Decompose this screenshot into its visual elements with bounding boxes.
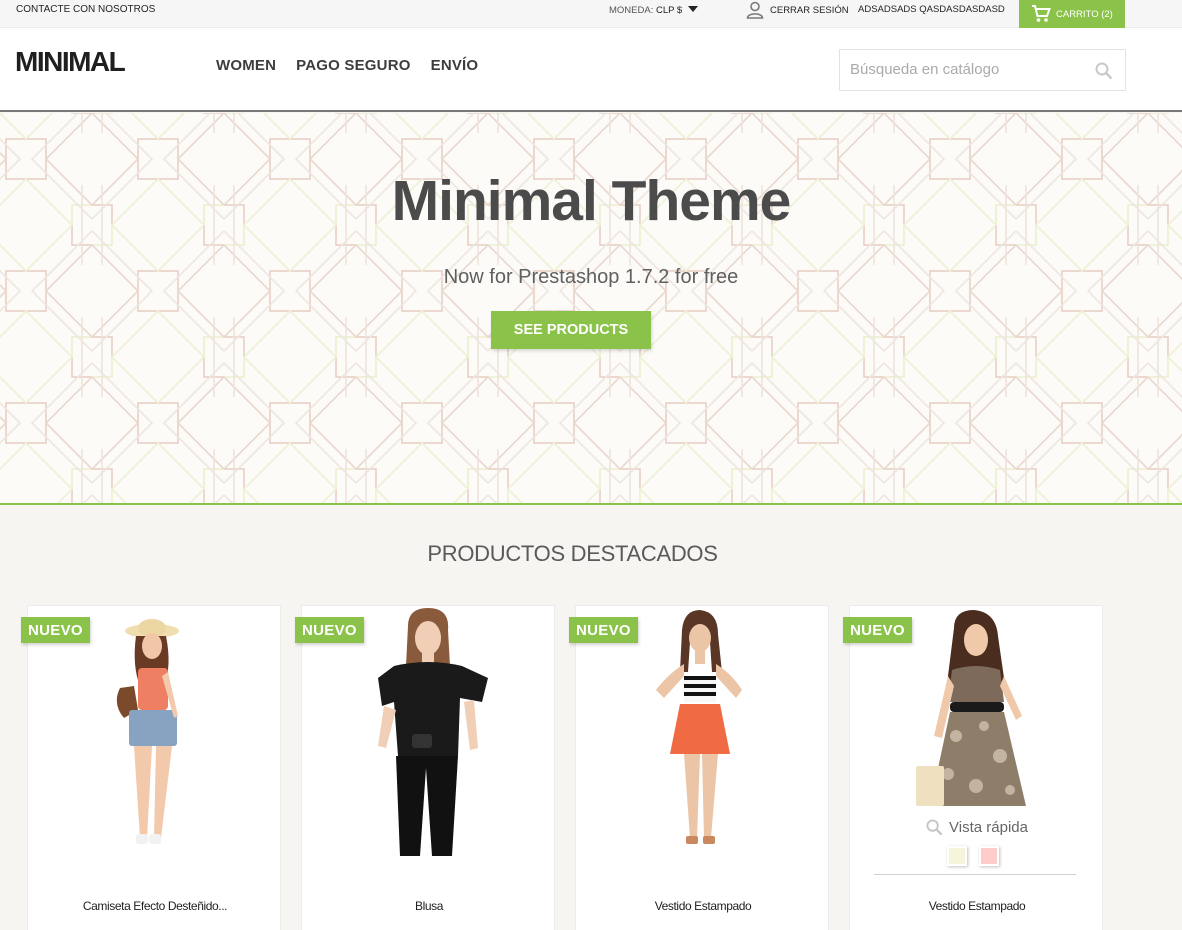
logout-label: CERRAR SESIÓN — [770, 4, 849, 16]
nav-item-shipping[interactable]: ENVÍO — [431, 57, 479, 74]
nav-item-women[interactable]: WOMEN — [216, 57, 276, 74]
caret-down-icon — [687, 6, 698, 12]
product-image[interactable] — [302, 606, 556, 866]
currency-label: MONEDA: — [609, 5, 654, 16]
main-nav: WOMEN PAGO SEGURO ENVÍO — [216, 57, 478, 74]
hero-banner: Minimal Theme Now for Prestashop 1.7.2 f… — [0, 113, 1182, 505]
account-link[interactable]: ADSADSADS QASDASDASDASD — [858, 4, 1005, 15]
color-swatch-pink[interactable] — [979, 846, 999, 866]
product-card[interactable]: NUEVO Vestido Estampado — [569, 605, 830, 930]
cart-button[interactable]: CARRITO (2) — [1019, 0, 1125, 28]
new-badge: NUEVO — [21, 617, 90, 643]
search-box — [839, 49, 1126, 91]
featured-products-title: PRODUCTOS DESTACADOS — [427, 541, 718, 566]
new-badge: NUEVO — [295, 617, 364, 643]
search-icon — [926, 819, 943, 836]
hero-title: Minimal Theme — [391, 169, 792, 233]
product-image[interactable] — [28, 606, 282, 866]
product-card[interactable]: NUEVO Blusa — [295, 605, 556, 930]
new-badge: NUEVO — [843, 617, 912, 643]
currency-value: CLP $ — [655, 5, 683, 16]
color-swatch-beige[interactable] — [947, 846, 967, 866]
contact-link[interactable]: CONTACTE CON NOSOTROS — [16, 4, 155, 15]
cart-label: CARRITO (2) — [1056, 8, 1113, 20]
new-badge: NUEVO — [569, 617, 638, 643]
top-bar: CONTACTE CON NOSOTROS MONEDA: CLP $ CERR… — [0, 0, 1182, 28]
currency-selector[interactable]: MONEDA: CLP $ — [609, 5, 698, 16]
color-swatches — [947, 846, 999, 866]
product-image[interactable] — [576, 606, 830, 866]
site-logo[interactable]: MINIMAL — [15, 46, 126, 78]
product-name[interactable]: Camiseta Efecto Desteñido... — [28, 899, 282, 913]
product-name[interactable]: Blusa — [302, 899, 556, 913]
nav-item-secure-payment[interactable]: PAGO SEGURO — [296, 57, 410, 74]
product-name[interactable]: Vestido Estampado — [576, 899, 830, 913]
user-icon — [746, 1, 764, 19]
logout-link[interactable]: CERRAR SESIÓN — [746, 0, 849, 20]
product-card[interactable]: NUEVO Vista rápida Vestido Estampado — [843, 605, 1104, 930]
divider — [874, 874, 1076, 875]
quick-view-label: Vista rápida — [949, 819, 1028, 836]
site-header: MINIMAL WOMEN PAGO SEGURO ENVÍO — [0, 28, 1182, 112]
product-card[interactable]: NUEVO Camiseta Efecto Desteñido... — [21, 605, 282, 930]
search-icon[interactable] — [1095, 62, 1113, 80]
cart-icon — [1032, 5, 1051, 22]
hero-subtitle: Now for Prestashop 1.7.2 for free — [443, 266, 739, 288]
search-input[interactable] — [850, 61, 1090, 78]
see-products-button[interactable]: SEE PRODUCTS — [491, 311, 651, 349]
quick-view-button[interactable]: Vista rápida — [850, 819, 1104, 836]
product-name[interactable]: Vestido Estampado — [850, 899, 1104, 913]
